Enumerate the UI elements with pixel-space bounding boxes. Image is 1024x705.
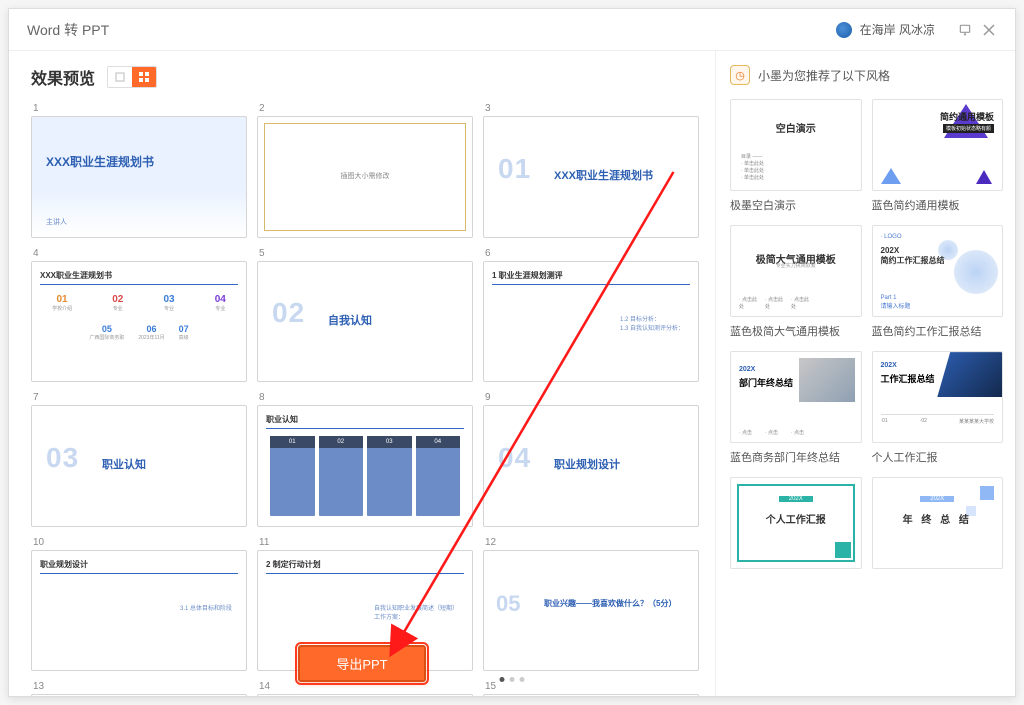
slide-number: 7 [31,392,247,403]
export-ppt-button[interactable]: 导出PPT [298,645,425,682]
slide-number: 1 [31,103,247,114]
styles-heading: 小墨为您推荐了以下风格 [758,67,890,84]
slide-number: 8 [257,392,473,403]
template-name: 蓝色极简大气通用模板 [730,323,862,339]
template-card[interactable]: 202X工作汇报总结·01·02某某某某大学校个人工作汇报 [872,351,1004,465]
slide-thumb[interactable]: 9 04职业规划设计 [483,392,699,527]
slide-canvas: 职业兴趣——我喜欢做什么？（5分） [31,694,247,696]
slide-thumb[interactable]: 3 01XXX职业生涯规划书 [483,103,699,238]
slide-canvas: 04职业规划设计 [483,405,699,527]
slide-canvas: XXX职业生涯规划书主讲人 [31,116,247,238]
slide-thumb[interactable]: 6 1 职业生涯规划测评1.2 目标分析：1.3 自我认知测评分析： [483,248,699,383]
slide-canvas: 03职业认知 [31,405,247,527]
slide-number: 4 [31,248,247,259]
slide-thumb[interactable]: 14 [257,681,473,696]
slide-thumb[interactable]: 10 职业规划设计3.1 总体目标和阶段 [31,537,247,672]
template-thumb: 202X年 终 总 结 [872,477,1004,569]
view-toggle[interactable] [107,66,157,88]
template-thumb: 空白演示目录 ——· 单击此处· 单击此处· 单击此处 [730,99,862,191]
template-name: 蓝色商务部门年终总结 [730,449,862,465]
slide-canvas: 职业认知01020304 [257,405,473,527]
template-thumb: 202X工作汇报总结·01·02某某某某大学校 [872,351,1004,443]
slide-canvas: 05职业兴趣——我喜欢做什么？（5分） [483,550,699,672]
view-list-icon[interactable] [108,67,132,87]
template-card[interactable]: 202X年 终 总 结 [872,477,1004,569]
template-card[interactable]: 空白演示目录 ——· 单击此处· 单击此处· 单击此处极墨空白演示 [730,99,862,213]
cube-icon: ◷ [730,65,750,85]
feedback-icon[interactable] [957,22,973,38]
slide-canvas [257,694,473,696]
slide-number: 3 [483,103,699,114]
template-name: 蓝色简约工作汇报总结 [872,323,1004,339]
slide-thumb[interactable]: 13 职业兴趣——我喜欢做什么？（5分） [31,681,247,696]
slide-canvas: 职业能力——我能够做什么？（5分） [483,694,699,696]
template-card[interactable]: 202X个人工作汇报 [730,477,862,569]
slide-thumb[interactable]: 12 05职业兴趣——我喜欢做什么？（5分） [483,537,699,672]
slide-number: 5 [257,248,473,259]
slide-thumb[interactable]: 2 插图大小需修改 [257,103,473,238]
close-icon[interactable] [981,22,997,38]
slide-number: 6 [483,248,699,259]
slide-number: 12 [483,537,699,548]
slide-canvas: 1 职业生涯规划测评1.2 目标分析：1.3 自我认知测评分析： [483,261,699,383]
template-card[interactable]: 202X部门年终总结· 点击· 点击· 点击蓝色商务部门年终总结 [730,351,862,465]
template-thumb: 202X部门年终总结· 点击· 点击· 点击 [730,351,862,443]
avatar[interactable] [836,22,852,38]
slide-thumb[interactable]: 7 03职业认知 [31,392,247,527]
slide-number: 2 [257,103,473,114]
slide-number: 14 [257,681,473,692]
slide-number: 13 [31,681,247,692]
slide-thumb[interactable]: 5 02自我认知 [257,248,473,383]
slide-thumb[interactable]: 15 职业能力——我能够做什么？（5分） [483,681,699,696]
slide-canvas: 02自我认知 [257,261,473,383]
template-card[interactable]: 极简大气通用模板专业实力执简驭繁· 点击此处· 点击此处· 点击此处蓝色极简大气… [730,225,862,339]
slide-canvas: 职业规划设计3.1 总体目标和阶段 [31,550,247,672]
slide-number: 11 [257,537,473,548]
slide-thumb[interactable]: 4 XXX职业生涯规划书01学校介绍02专业03专业04专业05广西国际商务职06… [31,248,247,383]
template-name: 个人工作汇报 [872,449,1004,465]
window-title: Word 转 PPT [27,20,109,40]
template-name: 蓝色简约通用模板 [872,197,1004,213]
slide-canvas: XXX职业生涯规划书01学校介绍02专业03专业04专业05广西国际商务职062… [31,261,247,383]
template-card[interactable]: 简约通用模板模板初始状态略有颜蓝色简约通用模板 [872,99,1004,213]
template-thumb: · LOGO202X简约工作汇报总结Part 1请输入标题 [872,225,1004,317]
slide-canvas: 插图大小需修改 [257,116,473,238]
slide-number: 9 [483,392,699,403]
slide-thumb[interactable]: 1 XXX职业生涯规划书主讲人 [31,103,247,238]
view-grid-icon[interactable] [132,67,156,87]
template-name: 极墨空白演示 [730,197,862,213]
template-thumb: 极简大气通用模板专业实力执简驭繁· 点击此处· 点击此处· 点击此处 [730,225,862,317]
slide-thumb[interactable]: 8 职业认知01020304 [257,392,473,527]
slide-canvas: 01XXX职业生涯规划书 [483,116,699,238]
template-thumb: 202X个人工作汇报 [730,477,862,569]
slide-number: 15 [483,681,699,692]
template-card[interactable]: · LOGO202X简约工作汇报总结Part 1请输入标题蓝色简约工作汇报总结 [872,225,1004,339]
slide-number: 10 [31,537,247,548]
template-thumb: 简约通用模板模板初始状态略有颜 [872,99,1004,191]
preview-title: 效果预览 [31,65,95,89]
username: 在海岸 风冰凉 [860,21,935,38]
